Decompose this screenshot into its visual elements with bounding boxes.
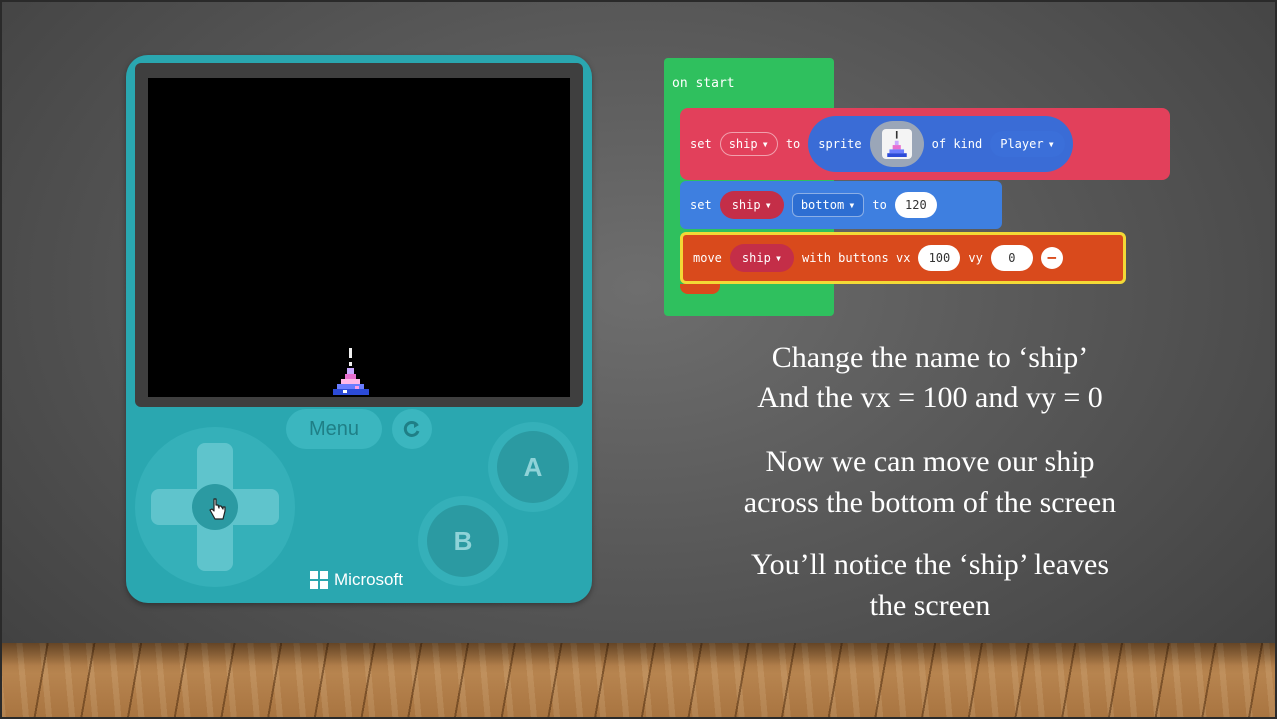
game-screen[interactable] xyxy=(148,78,570,397)
move-block-tail xyxy=(680,284,720,294)
brand-label: Microsoft xyxy=(334,570,403,589)
refresh-icon xyxy=(403,420,420,437)
chevron-down-icon: ▾ xyxy=(761,137,769,151)
menu-button[interactable]: Menu xyxy=(286,409,382,449)
caption-line-6: the screen xyxy=(869,589,991,622)
variable-dropdown[interactable]: ship ▾ xyxy=(719,191,784,219)
variable-dropdown[interactable]: ship ▾ xyxy=(719,132,778,156)
ship-thumbnail-icon xyxy=(881,129,912,159)
screen-bezel xyxy=(135,63,583,407)
sprite-reporter[interactable]: sprite of kind Player ▾ xyxy=(808,116,1073,172)
hand-pointer-icon xyxy=(209,498,226,520)
property-name: bottom xyxy=(800,198,845,212)
move-keyword: move xyxy=(693,251,722,265)
microsoft-grid-icon xyxy=(310,571,328,589)
variable-name: ship xyxy=(731,198,761,212)
b-button[interactable]: B xyxy=(418,496,508,586)
to-keyword: to xyxy=(785,137,801,151)
chevron-down-icon: ▾ xyxy=(1047,137,1055,151)
refresh-button[interactable] xyxy=(392,409,432,449)
menu-button-label: Menu xyxy=(308,417,360,440)
to-keyword: to xyxy=(872,198,887,212)
with-buttons-vx-label: with buttons vx xyxy=(802,251,911,265)
vy-input[interactable]: 0 xyxy=(990,245,1033,271)
variable-dropdown[interactable]: ship ▾ xyxy=(729,244,795,272)
vy-label: vy xyxy=(968,251,983,265)
wooden-floor xyxy=(0,643,1277,719)
chevron-down-icon: ▾ xyxy=(774,251,783,265)
arcade-simulator: Menu A B Microsoft xyxy=(126,55,592,603)
of-kind-keyword: of kind xyxy=(931,137,983,151)
bottom-value-input[interactable]: 120 xyxy=(894,192,937,218)
variable-name: ship xyxy=(741,251,771,265)
caption-line-4: across the bottom of the screen xyxy=(743,486,1117,519)
remove-parameter-icon[interactable]: − xyxy=(1040,247,1063,269)
vx-input[interactable]: 100 xyxy=(918,245,961,271)
caption-line-3: Now we can move our ship xyxy=(765,445,1095,478)
property-dropdown[interactable]: bottom ▾ xyxy=(791,193,865,217)
move-with-buttons-block[interactable]: move ship ▾ with buttons vx 100 vy 0 − xyxy=(680,232,1126,284)
kind-dropdown[interactable]: Player ▾ xyxy=(990,131,1065,157)
ship-sprite xyxy=(333,348,369,395)
caption-line-1: Change the name to ‘ship’ xyxy=(771,341,1089,374)
chevron-down-icon: ▾ xyxy=(848,198,856,212)
sprite-keyword: sprite xyxy=(818,137,862,151)
dpad[interactable] xyxy=(135,427,295,587)
a-button-face: A xyxy=(497,431,569,503)
a-button[interactable]: A xyxy=(488,422,578,512)
set-keyword: set xyxy=(690,137,712,151)
caption-line-5: You’ll notice the ‘ship’ leaves xyxy=(751,548,1109,581)
on-start-label: on start xyxy=(672,76,735,91)
set-sprite-block[interactable]: set ship ▾ to sprite of kind Player ▾ xyxy=(680,108,1170,180)
a-button-label: A xyxy=(523,451,543,482)
chevron-down-icon: ▾ xyxy=(764,198,772,212)
kind-name: Player xyxy=(1000,137,1044,151)
image-field[interactable] xyxy=(869,121,924,167)
set-bottom-block[interactable]: set ship ▾ bottom ▾ to 120 xyxy=(680,181,1002,229)
caption-line-2: And the vx = 100 and vy = 0 xyxy=(757,381,1103,414)
microsoft-logo: Microsoft xyxy=(310,570,403,590)
b-button-face: B xyxy=(427,505,499,577)
b-button-label: B xyxy=(453,525,473,556)
set-keyword: set xyxy=(690,198,712,212)
variable-name: ship xyxy=(728,137,758,151)
